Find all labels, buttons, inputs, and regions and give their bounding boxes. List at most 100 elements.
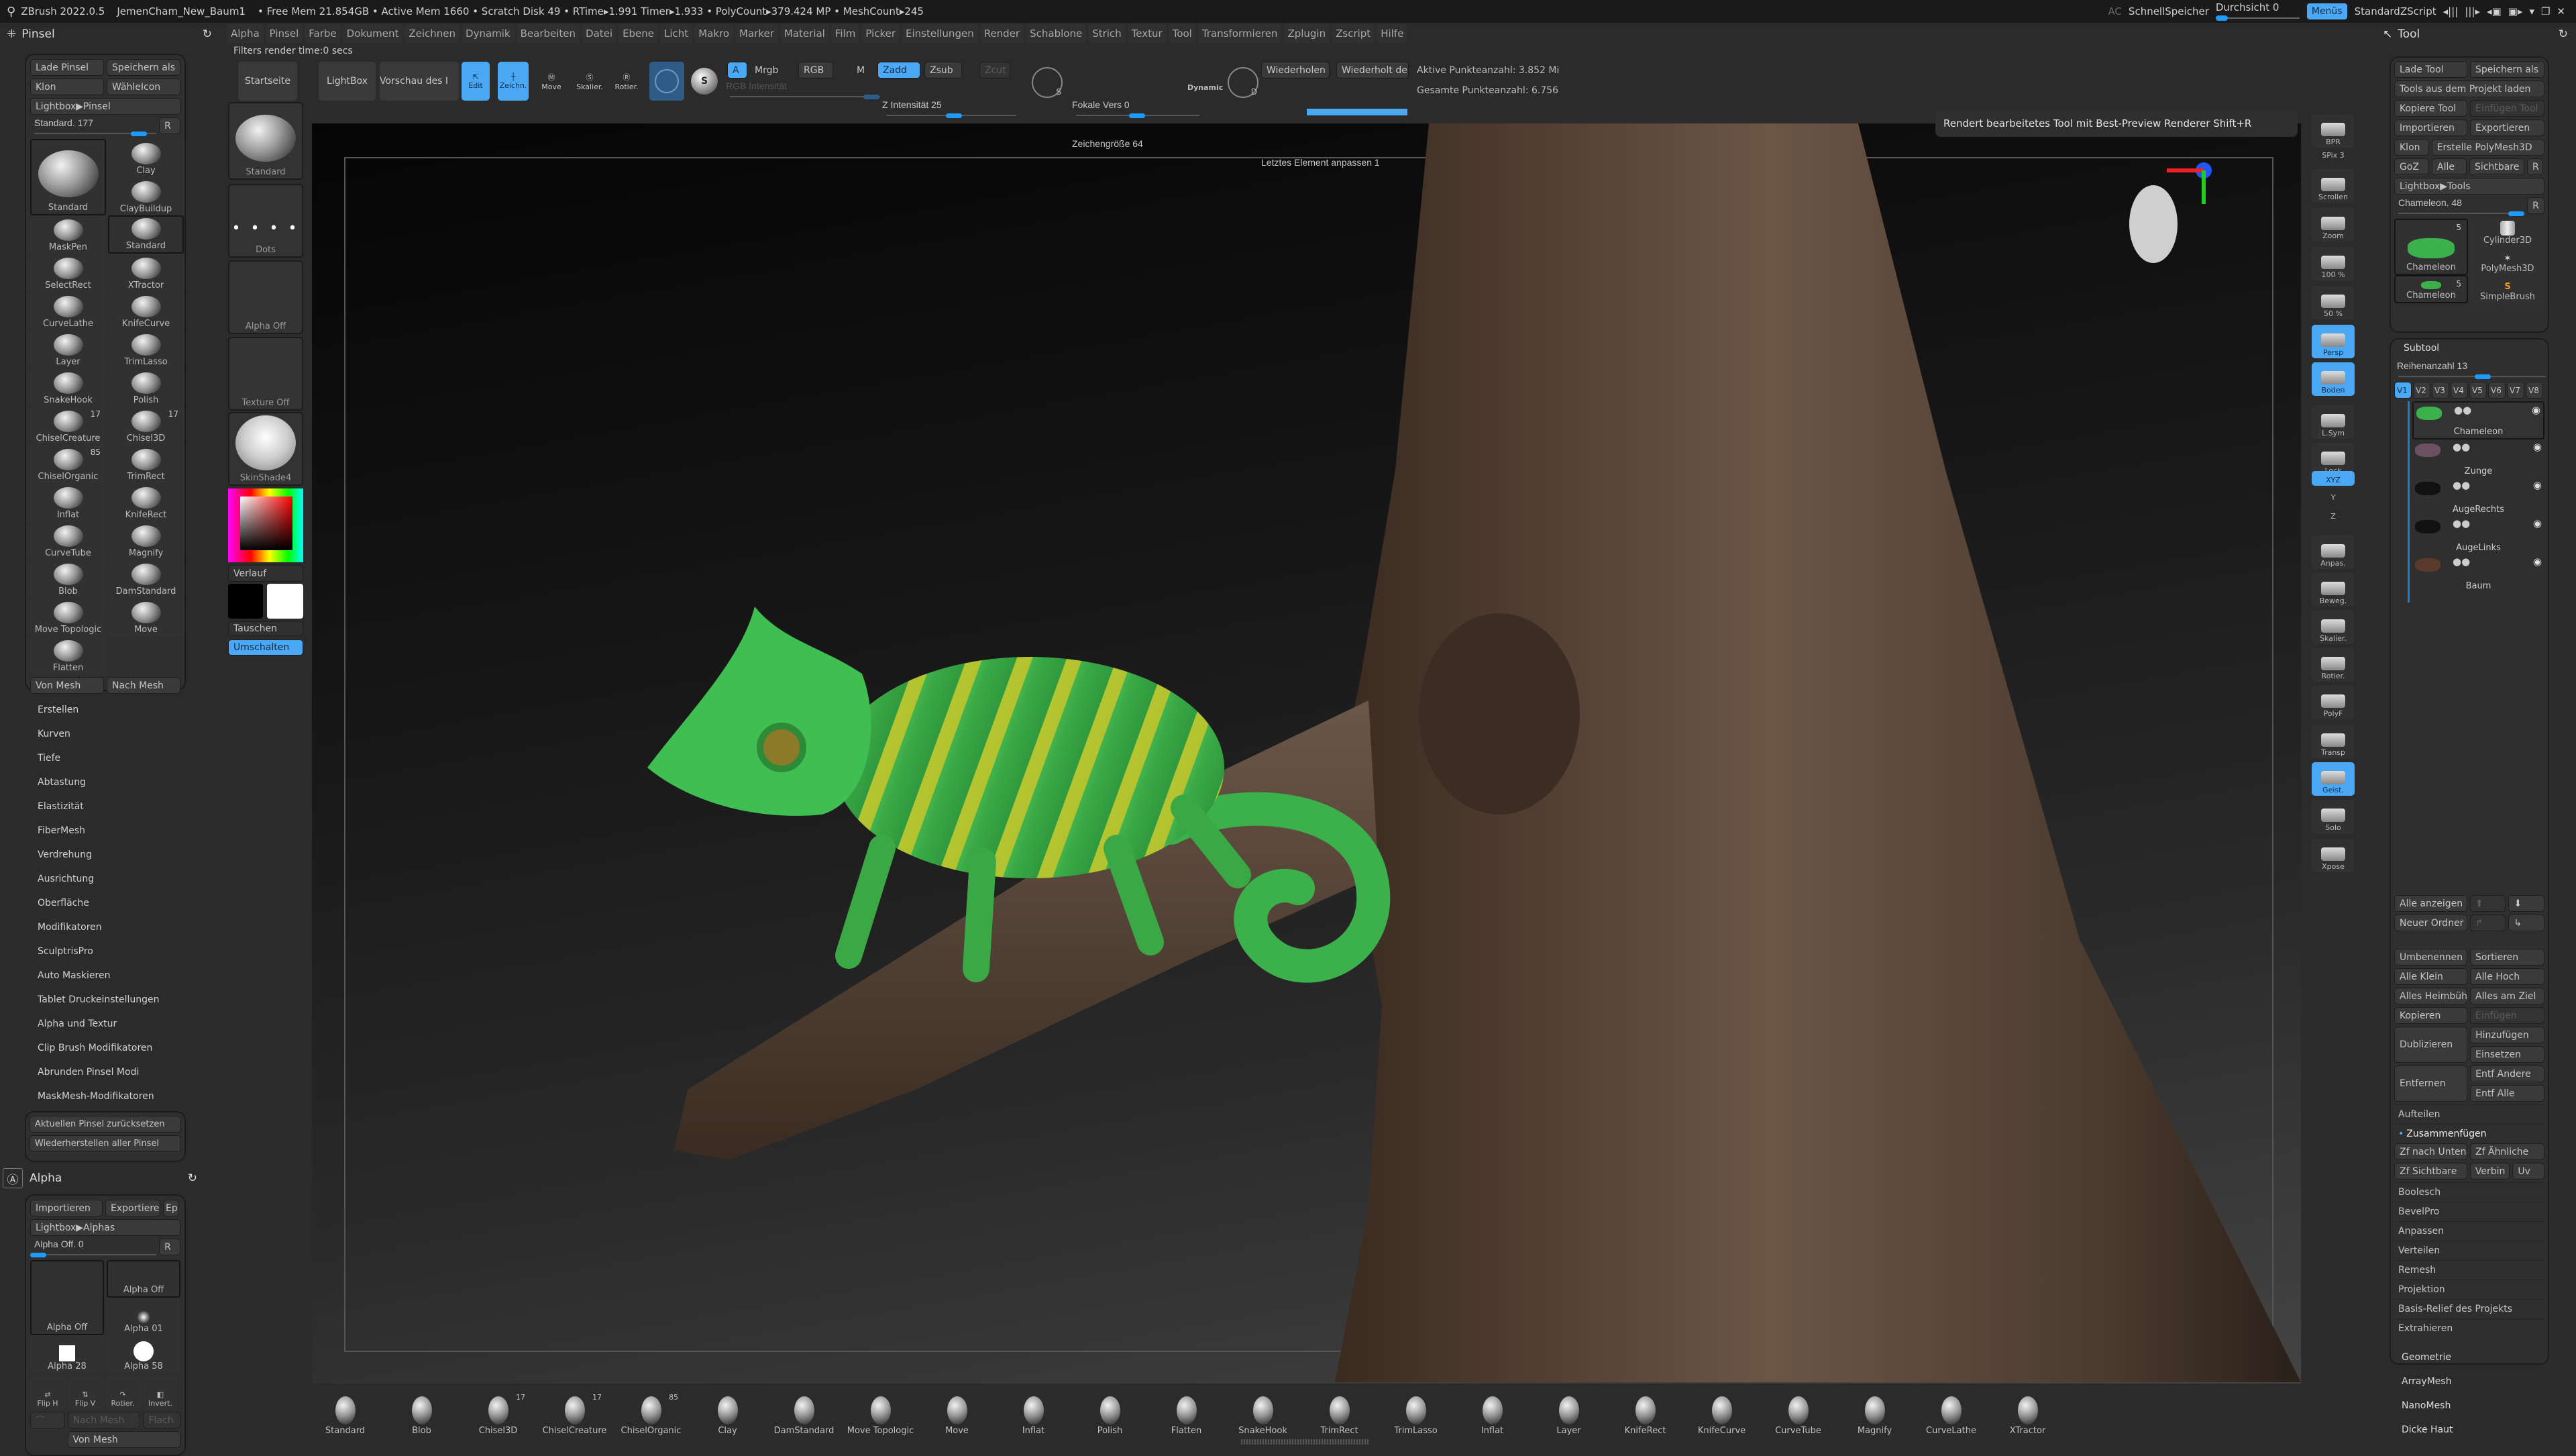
make-polymesh-button[interactable]: Erstelle PolyMesh3D xyxy=(2431,139,2544,156)
z-intensity-slider[interactable]: Z Intensität 25 xyxy=(882,99,1016,118)
merge-visible-button[interactable]: Zf Sichtbare xyxy=(2394,1163,2467,1180)
rgb-toggle[interactable]: RGB xyxy=(798,62,833,79)
folder-out-icon[interactable]: ↱ xyxy=(2469,915,2506,931)
shelf-l-sym-button[interactable]: L.Sym xyxy=(2312,405,2355,439)
goz-button[interactable]: GoZ xyxy=(2394,158,2429,175)
goz-visible-button[interactable]: Sichtbare xyxy=(2469,158,2524,175)
brush-menu-item[interactable]: Erstellen xyxy=(0,698,215,722)
menu-dynamik[interactable]: Dynamik xyxy=(462,24,515,43)
menu-pinsel[interactable]: Pinsel xyxy=(265,24,303,43)
zcut-toggle[interactable]: Zcut xyxy=(979,62,1010,79)
brush-menu-item[interactable]: SculptrisPro xyxy=(0,939,215,964)
polypaint-toggle-icon[interactable]: ●● xyxy=(2453,556,2470,568)
brush-item[interactable]: Magnify xyxy=(108,521,184,560)
merge-down-button[interactable]: Zf nach Unten xyxy=(2394,1143,2468,1160)
canvas-viewport[interactable] xyxy=(312,123,2301,1384)
brush-menu-item[interactable]: Clip Brush Modifikatoren xyxy=(0,1036,215,1060)
all-target-button[interactable]: Alles am Ziel xyxy=(2470,988,2544,1004)
brush-item[interactable]: Clay xyxy=(108,139,184,177)
draw-button[interactable]: ┼ Zeichn. xyxy=(498,62,529,101)
brush-item[interactable]: TrimRect xyxy=(108,445,184,483)
shelf-skalier--button[interactable]: Skalier. xyxy=(2312,611,2355,644)
version-tab[interactable]: V2 xyxy=(2413,382,2430,399)
subtool-section[interactable]: Remesh xyxy=(2394,1260,2544,1280)
menu-ebene[interactable]: Ebene xyxy=(619,24,659,43)
alpha-thumb[interactable]: Alpha Off xyxy=(228,260,303,334)
delete-other-button[interactable]: Entf Andere xyxy=(2470,1065,2544,1082)
swap-colors-button[interactable]: Tauschen xyxy=(228,621,303,636)
refresh-icon[interactable]: ↻ xyxy=(203,28,212,41)
secondary-color-swatch[interactable] xyxy=(267,584,303,619)
shelf-brush[interactable]: Magnify xyxy=(1839,1388,1910,1436)
lightbox-tools-button[interactable]: Lightbox▶Tools xyxy=(2394,178,2544,195)
brush-slider[interactable]: Standard. 177 xyxy=(30,117,157,136)
lightbox-alphas-button[interactable]: Lightbox▶Alphas xyxy=(30,1219,180,1236)
shelf-brush[interactable]: Polish xyxy=(1075,1388,1145,1436)
save-tool-button[interactable]: Speichern als xyxy=(2470,61,2544,78)
paste-tool-button[interactable]: Einfügen Tool xyxy=(2470,100,2544,117)
menu-makro[interactable]: Makro xyxy=(694,24,734,43)
reset-brush-button[interactable]: Aktuellen Pinsel zurücksetzen xyxy=(30,1116,181,1133)
shelf-brush[interactable]: CurveLathe xyxy=(1916,1388,1986,1436)
home-button[interactable]: Startseite xyxy=(238,62,297,101)
shelf-brush[interactable]: TrimRect xyxy=(1304,1388,1375,1436)
tool-r-button[interactable]: R xyxy=(2527,197,2544,214)
axis-gizmo-icon[interactable] xyxy=(2113,150,2234,271)
brush-menu-item[interactable]: Modifikatoren xyxy=(0,915,215,939)
all-home-button[interactable]: Alles Heimbüh xyxy=(2394,988,2468,1004)
flat-button[interactable]: Flach xyxy=(143,1412,180,1428)
tool-item-chameleon[interactable]: 5 Chameleon xyxy=(2394,275,2468,303)
all-low-button[interactable]: Alle Klein xyxy=(2394,968,2468,985)
tool-panel-header[interactable]: ↖ Tool ↻ xyxy=(2375,24,2576,44)
delete-all-button[interactable]: Entf Alle xyxy=(2470,1085,2544,1102)
menu-zeichnen[interactable]: Zeichnen xyxy=(405,24,460,43)
shelf-50--button[interactable]: 50 % xyxy=(2312,286,2355,319)
brush-item[interactable]: Move Topologic xyxy=(30,598,106,636)
subtool-section[interactable]: Extrahieren xyxy=(2394,1318,2544,1338)
shelf-brush[interactable]: XTractor xyxy=(1992,1388,2063,1436)
material-thumb[interactable]: SkinShade4 xyxy=(228,412,303,486)
rename-button[interactable]: Umbenennen xyxy=(2394,949,2468,966)
shelf-brush[interactable]: DamStandard xyxy=(769,1388,839,1436)
menu-datei[interactable]: Datei xyxy=(582,24,617,43)
brush-item[interactable]: Blob xyxy=(30,560,106,598)
polypaint-toggle-icon[interactable]: ●● xyxy=(2454,404,2471,416)
brush-item[interactable]: 17 Chisel3D xyxy=(108,407,184,445)
polypaint-toggle-icon[interactable]: ●● xyxy=(2453,479,2470,491)
scale-button[interactable]: Ⓢ Skalier. xyxy=(574,62,606,101)
brush-menu-item[interactable]: Alpha und Textur xyxy=(0,1012,215,1036)
alpha-export-button[interactable]: Exportiere xyxy=(105,1200,160,1216)
brush-item[interactable]: KnifeCurve xyxy=(108,292,184,330)
switch-color-button[interactable]: Umschalten xyxy=(228,639,303,656)
alpha-item-current[interactable]: Alpha Off xyxy=(30,1260,104,1335)
shelf-brush[interactable]: KnifeRect xyxy=(1610,1388,1680,1436)
brush-item[interactable]: Flatten xyxy=(30,636,106,674)
brush-r-button[interactable]: R xyxy=(159,117,180,134)
menu-licht[interactable]: Licht xyxy=(660,24,693,43)
brush-menu-item[interactable]: FiberMesh xyxy=(0,819,215,843)
import-tool-button[interactable]: Importieren xyxy=(2394,119,2468,136)
brush-item[interactable]: CurveTube xyxy=(30,521,106,560)
shelf-brush[interactable]: Inflat xyxy=(1457,1388,1527,1436)
m-toggle[interactable]: M xyxy=(852,62,869,79)
shelf-brush[interactable]: KnifeCurve xyxy=(1686,1388,1757,1436)
alpha-adjust-curve[interactable]: ⌒ xyxy=(30,1412,65,1428)
material-toggle[interactable] xyxy=(649,62,684,101)
brush-item[interactable]: MaskPen xyxy=(30,215,106,254)
tool-item-cylinder[interactable]: Cylinder3D xyxy=(2471,219,2544,247)
minimize-icon[interactable]: ▾ xyxy=(2529,5,2534,17)
texture-thumb[interactable]: Texture Off xyxy=(228,337,303,411)
shelf-boden-button[interactable]: Boden xyxy=(2312,362,2355,396)
alpha-item[interactable]: Alpha 58 xyxy=(107,1335,180,1373)
polypaint-toggle-icon[interactable]: ●● xyxy=(2453,441,2470,453)
menu-zplugin[interactable]: Zplugin xyxy=(1283,24,1330,43)
menu-farbe[interactable]: Farbe xyxy=(305,24,341,43)
brush-item[interactable]: Polish xyxy=(108,368,184,407)
refresh-icon[interactable]: ↻ xyxy=(2559,28,2568,41)
brush-menu-item[interactable]: Tiefe xyxy=(0,746,215,770)
move-up-icon[interactable]: ⬆ xyxy=(2469,895,2506,912)
alpha-slider[interactable]: Alpha Off. 0 xyxy=(30,1239,157,1257)
ui-prev-icon[interactable]: ◂▣ xyxy=(2487,5,2502,17)
save-brush-button[interactable]: Speichern als xyxy=(107,59,180,76)
brush-item[interactable]: Move xyxy=(108,598,184,636)
